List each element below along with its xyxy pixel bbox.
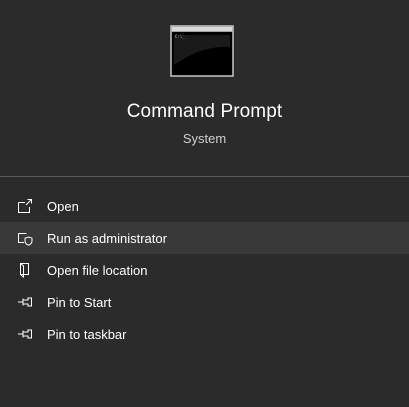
app-header: C:\_ Command Prompt System [0, 0, 409, 176]
menu-item-pin-to-taskbar[interactable]: Pin to taskbar [0, 318, 409, 350]
pin-icon [18, 297, 32, 307]
open-icon [18, 199, 32, 213]
app-subtitle: System [182, 131, 227, 146]
menu-item-label: Open file location [47, 263, 148, 278]
svg-text:C:\_: C:\_ [175, 34, 185, 39]
context-menu: Open Run as administrator Open file loca… [0, 190, 409, 350]
menu-item-run-as-administrator[interactable]: Run as administrator [0, 222, 409, 254]
shield-icon [18, 233, 33, 246]
menu-item-label: Pin to Start [47, 295, 112, 310]
menu-item-pin-to-start[interactable]: Pin to Start [0, 286, 409, 318]
file-location-icon [20, 263, 29, 278]
context-menu-panel: C:\_ Command Prompt System Open Run as a… [0, 0, 409, 407]
menu-item-label: Pin to taskbar [47, 327, 127, 342]
pin-icon [18, 329, 32, 339]
app-title: Command Prompt [126, 101, 283, 122]
menu-item-open[interactable]: Open [0, 190, 409, 222]
menu-item-label: Open [47, 199, 79, 214]
menu-item-open-file-location[interactable]: Open file location [0, 254, 409, 286]
menu-item-label: Run as administrator [47, 231, 167, 246]
command-prompt-icon: C:\_ [170, 25, 234, 77]
divider [0, 176, 409, 177]
